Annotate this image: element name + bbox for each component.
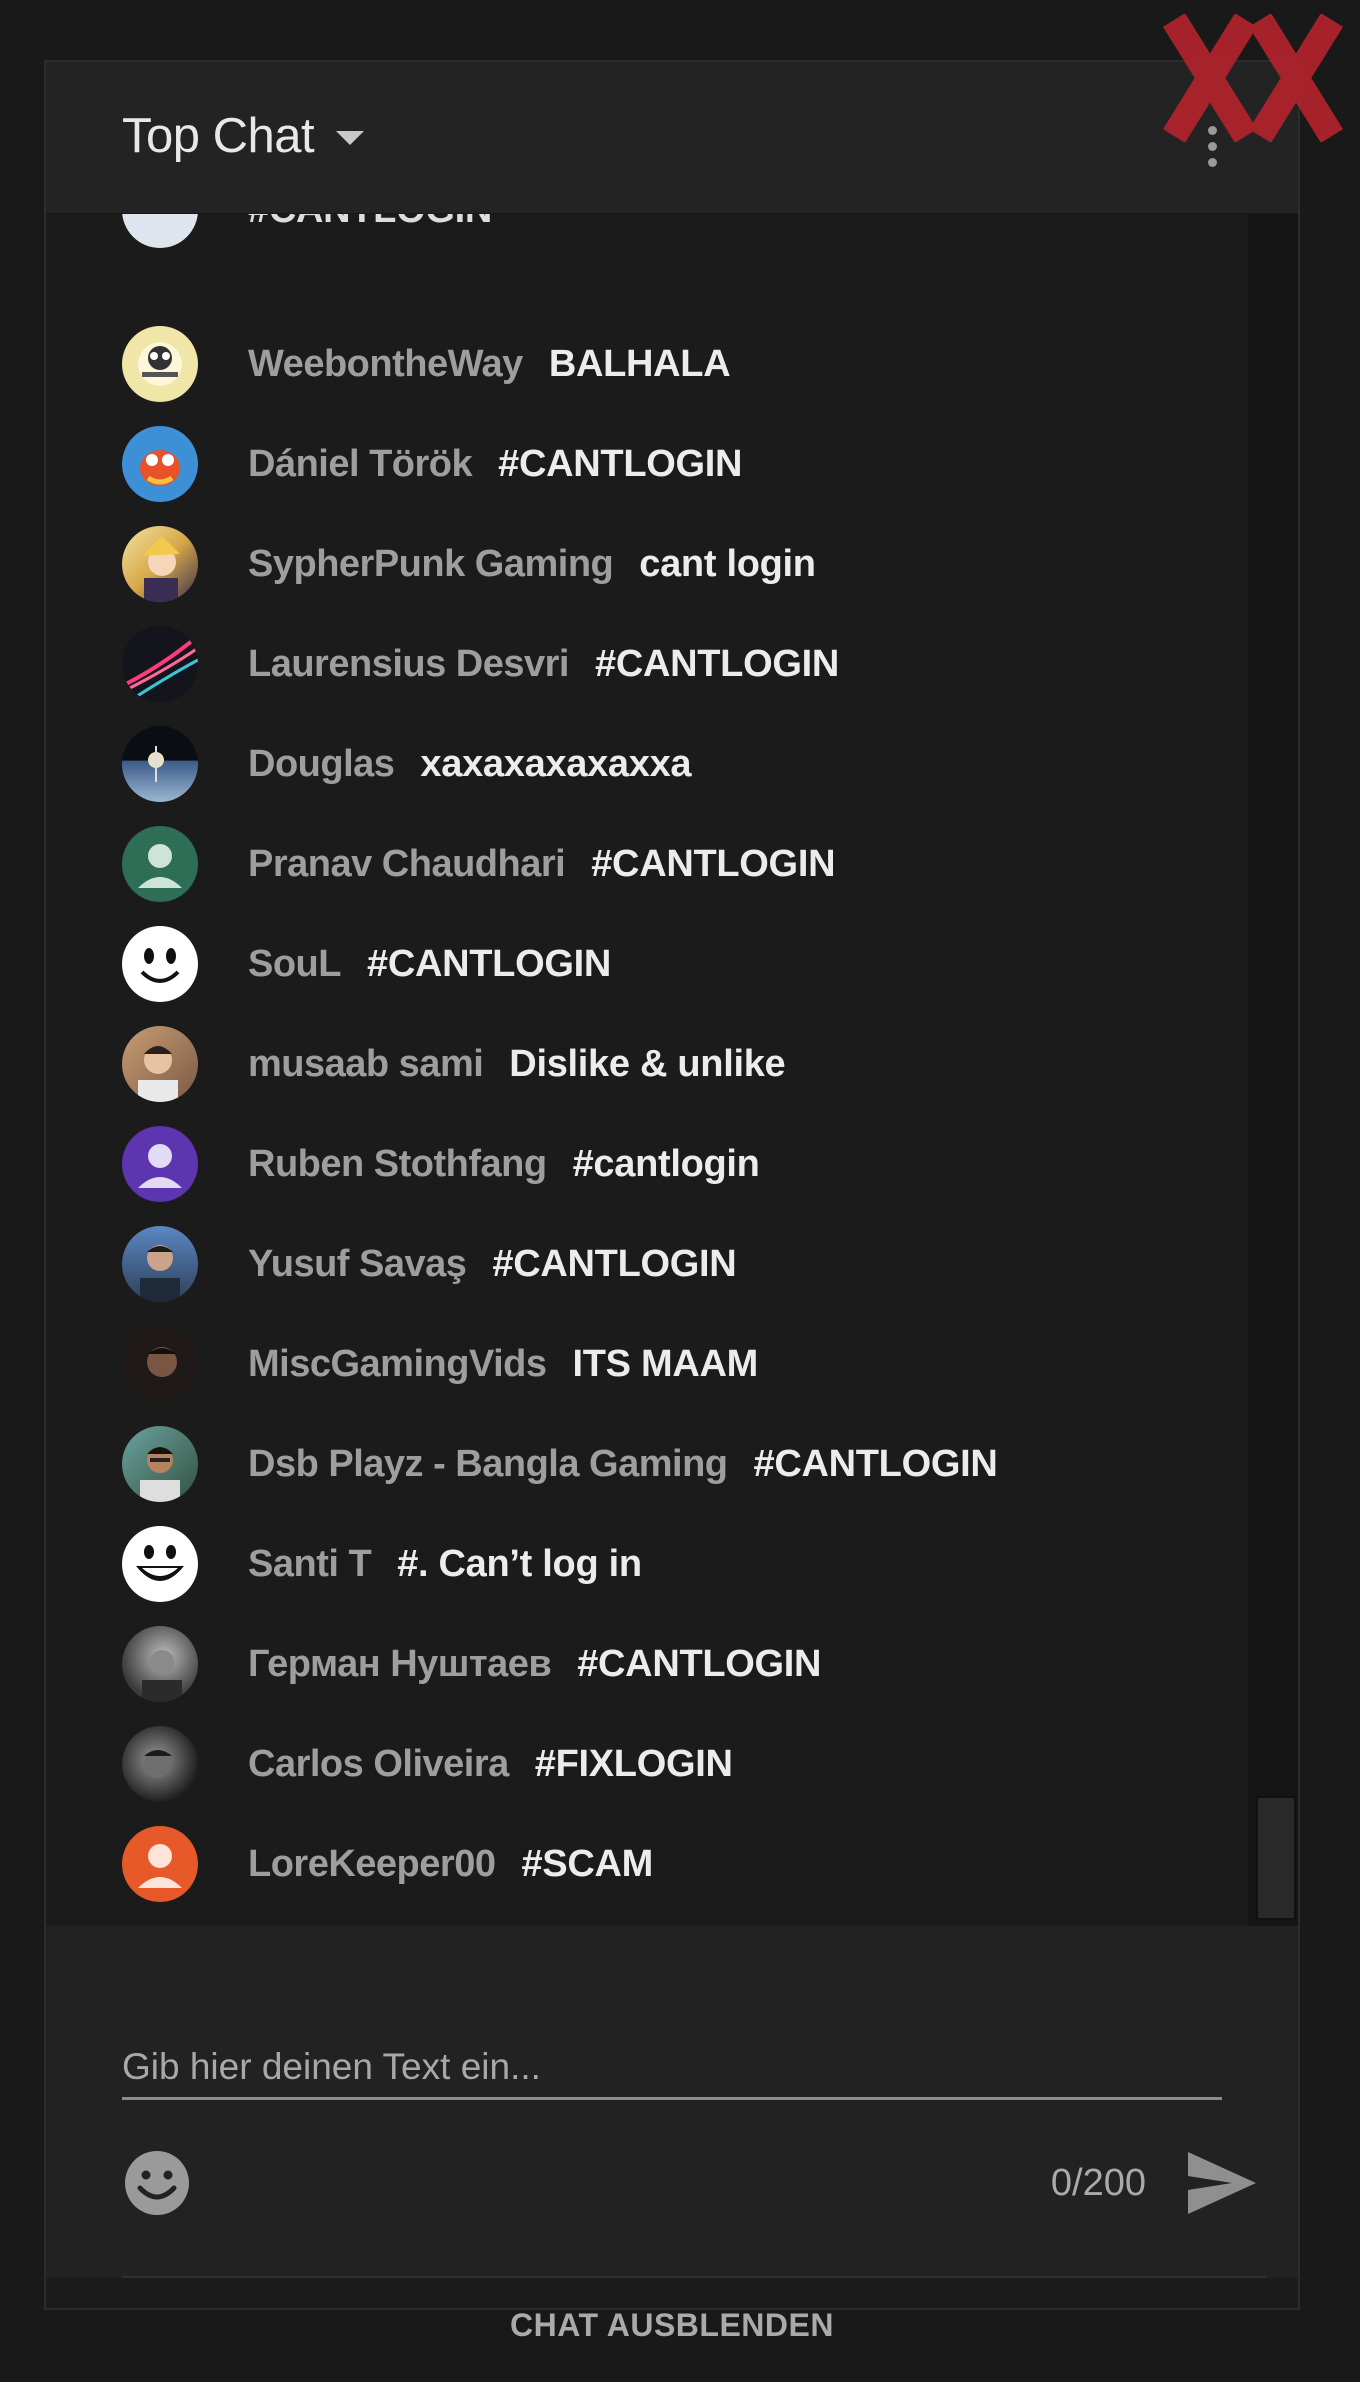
- chat-author[interactable]: Carlos Oliveira: [248, 1743, 509, 1786]
- chat-author[interactable]: SypherPunk Gaming: [248, 543, 614, 586]
- chat-header: Top Chat: [46, 62, 1298, 214]
- chat-message: Santi T #. Can’t log in: [122, 1524, 642, 1604]
- chat-message: Герман Нуштаев #CANTLOGIN: [122, 1624, 822, 1704]
- chat-text: #CANTLOGIN: [492, 1242, 737, 1285]
- live-chat-panel: Top Chat #CANTLOGIN WeebontheWay BALHALA…: [44, 60, 1300, 2343]
- emoji-icon[interactable]: [122, 2148, 192, 2218]
- grin-face-avatar: [122, 1526, 198, 1602]
- chat-message: Dsb Playz - Bangla Gaming #CANTLOGIN: [122, 1424, 998, 1504]
- chat-message: #CANTLOGIN: [122, 214, 492, 250]
- character-counter: 0/200: [1050, 2162, 1146, 2204]
- scrollbar-thumb[interactable]: [1256, 1796, 1296, 1920]
- chat-text: cant login: [639, 542, 816, 585]
- chat-author[interactable]: Pranav Chaudhari: [248, 843, 566, 886]
- chat-message: SypherPunk Gaming cant login: [122, 524, 816, 604]
- chat-message: Douglas xaxaxaxaxaxxa: [122, 724, 692, 804]
- chat-mode-dropdown[interactable]: Top Chat: [122, 106, 365, 166]
- chat-input-area: 0/200: [46, 1926, 1298, 2278]
- default-user-avatar-purple: [122, 1126, 198, 1202]
- person-photo-avatar: [122, 1026, 198, 1102]
- chat-text: #cantlogin: [572, 1142, 760, 1185]
- neon-lines-avatar: [122, 626, 198, 702]
- chat-author[interactable]: LoreKeeper00: [248, 1843, 496, 1886]
- chat-author[interactable]: musaab sami: [248, 1043, 484, 1086]
- space-photo-avatar: [122, 726, 198, 802]
- chat-text: #CANTLOGIN: [577, 1642, 822, 1685]
- chat-text: xaxaxaxaxaxxa: [420, 742, 692, 785]
- chat-scrollbar[interactable]: [1248, 214, 1298, 1926]
- smiley-face-avatar: [122, 926, 198, 1002]
- chat-message: Laurensius Desvri #CANTLOGIN: [122, 624, 839, 704]
- chat-message-list: #CANTLOGIN WeebontheWay BALHALA Dániel T…: [46, 214, 1248, 1926]
- hide-chat-button[interactable]: CHAT AUSBLENDEN: [46, 2278, 1298, 2372]
- chat-author[interactable]: Laurensius Desvri: [248, 643, 569, 686]
- chat-text: #CANTLOGIN: [366, 942, 611, 985]
- chat-message: Ruben Stothfang #cantlogin: [122, 1124, 760, 1204]
- chat-message: Pranav Chaudhari #CANTLOGIN: [122, 824, 836, 904]
- chat-author[interactable]: WeebontheWay: [248, 343, 523, 386]
- grayscale-photo-avatar: [122, 1626, 198, 1702]
- grayscale-photo-avatar: [122, 1726, 198, 1802]
- chat-message: SouL #CANTLOGIN: [122, 924, 611, 1004]
- caret-down-icon: [336, 131, 365, 145]
- chat-author[interactable]: Douglas: [248, 743, 395, 786]
- chat-author[interactable]: MiscGamingVids: [248, 1343, 547, 1386]
- cartoon-character-avatar: [122, 426, 198, 502]
- chat-message: MiscGamingVids ITS MAAM: [122, 1324, 758, 1404]
- chat-text: ITS MAAM: [572, 1342, 759, 1385]
- chat-text: #CANTLOGIN: [753, 1442, 998, 1485]
- chat-text: #. Can’t log in: [397, 1542, 642, 1585]
- chat-text: #SCAM: [521, 1842, 653, 1885]
- chat-text: Dislike & unlike: [509, 1042, 786, 1085]
- chat-message: LoreKeeper00 #SCAM: [122, 1824, 653, 1904]
- chat-message: musaab sami Dislike & unlike: [122, 1024, 786, 1104]
- chat-mode-label: Top Chat: [122, 109, 315, 163]
- person-photo-avatar: [122, 1226, 198, 1302]
- anime-character-avatar: [122, 526, 198, 602]
- chat-message: WeebontheWay BALHALA: [122, 324, 731, 404]
- default-user-avatar-orange: [122, 1826, 198, 1902]
- chat-message: Carlos Oliveira #FIXLOGIN: [122, 1724, 733, 1804]
- white-avatar-partial: [122, 214, 198, 248]
- chat-author[interactable]: Yusuf Savaş: [248, 1243, 467, 1286]
- chat-message: Yusuf Savaş #CANTLOGIN: [122, 1224, 737, 1304]
- chat-text: #CANTLOGIN: [498, 442, 743, 485]
- chat-author[interactable]: Santi T: [248, 1543, 372, 1586]
- more-options-icon[interactable]: [1194, 114, 1230, 178]
- chat-author[interactable]: SouL: [248, 943, 341, 986]
- chat-author[interactable]: Ruben Stothfang: [248, 1143, 547, 1186]
- person-photo-avatar: [122, 1426, 198, 1502]
- chat-text: #CANTLOGIN: [591, 842, 836, 885]
- default-user-avatar-teal: [122, 826, 198, 902]
- chat-text: BALHALA: [548, 342, 731, 385]
- chat-author[interactable]: Dániel Török: [248, 443, 473, 486]
- chat-message: Dániel Török #CANTLOGIN: [122, 424, 742, 504]
- send-icon[interactable]: [1186, 2150, 1258, 2216]
- chat-text: #FIXLOGIN: [534, 1742, 733, 1785]
- weeb-logo-avatar: [122, 326, 198, 402]
- person-photo-avatar: [122, 1326, 198, 1402]
- chat-author[interactable]: Герман Нуштаев: [248, 1643, 552, 1686]
- chat-text: #CANTLOGIN: [594, 642, 839, 685]
- chat-author[interactable]: Dsb Playz - Bangla Gaming: [248, 1443, 728, 1486]
- chat-text: #CANTLOGIN: [248, 214, 492, 232]
- chat-message-input[interactable]: [122, 2036, 1222, 2100]
